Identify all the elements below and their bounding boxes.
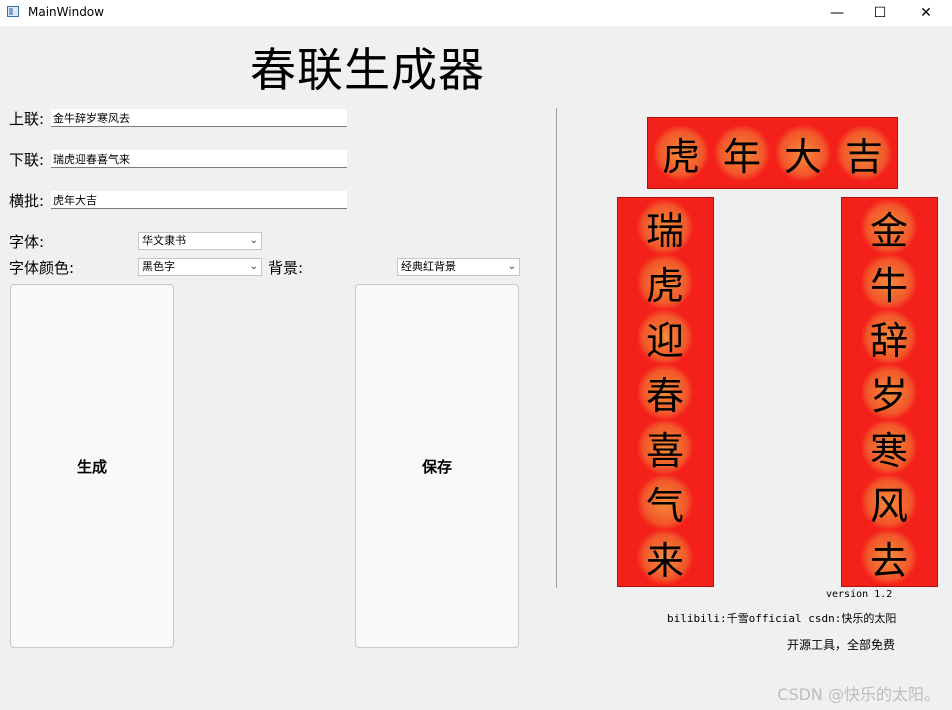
couplet-char: 来 bbox=[637, 529, 693, 585]
background-select[interactable]: 经典红背景 ⌄ bbox=[397, 258, 520, 276]
chevron-down-icon: ⌄ bbox=[507, 261, 516, 272]
left-scroll: 瑞 虎 迎 春 喜 气 来 bbox=[617, 197, 714, 587]
watermark: CSDN @快乐的太阳。 bbox=[777, 685, 940, 704]
app-icon bbox=[7, 6, 19, 17]
couplet-char: 年 bbox=[714, 125, 770, 181]
right-scroll: 金 牛 辞 岁 寒 风 去 bbox=[841, 197, 938, 587]
couplet-char: 辞 bbox=[861, 309, 917, 365]
couplet-char: 寒 bbox=[861, 419, 917, 475]
minimize-button[interactable]: — bbox=[814, 0, 860, 26]
background-select-value: 经典红背景 bbox=[401, 260, 456, 273]
version-label: version 1.2 bbox=[826, 589, 893, 600]
font-select-value: 华文隶书 bbox=[142, 234, 186, 247]
upper-input[interactable] bbox=[51, 109, 347, 127]
horizontal-input[interactable] bbox=[51, 191, 347, 209]
maximize-button[interactable]: ☐ bbox=[857, 0, 903, 26]
lower-label: 下联: bbox=[9, 151, 45, 169]
couplet-char: 牛 bbox=[861, 254, 917, 310]
couplet-char: 吉 bbox=[836, 125, 892, 181]
horizontal-label: 横批: bbox=[9, 192, 45, 210]
couplet-char: 迎 bbox=[637, 309, 693, 365]
couplet-char: 虎 bbox=[637, 254, 693, 310]
free-note: 开源工具，全部免费 bbox=[787, 638, 896, 652]
font-color-label: 字体颜色: bbox=[9, 259, 75, 277]
font-label: 字体: bbox=[9, 233, 45, 251]
horizontal-scroll: 虎 年 大 吉 bbox=[647, 117, 898, 189]
couplet-char: 气 bbox=[637, 474, 693, 530]
save-button[interactable]: 保存 bbox=[355, 284, 519, 648]
lower-input[interactable] bbox=[51, 150, 347, 168]
chevron-down-icon: ⌄ bbox=[249, 235, 258, 246]
title-bar: MainWindow — ☐ ✕ bbox=[0, 0, 952, 26]
generate-button[interactable]: 生成 bbox=[10, 284, 174, 648]
font-select[interactable]: 华文隶书 ⌄ bbox=[138, 232, 262, 250]
vertical-divider bbox=[556, 108, 557, 588]
font-color-select[interactable]: 黑色字 ⌄ bbox=[138, 258, 262, 276]
window-title: MainWindow bbox=[28, 5, 104, 19]
couplet-char: 瑞 bbox=[637, 199, 693, 255]
couplet-char: 岁 bbox=[861, 364, 917, 420]
couplet-char: 大 bbox=[775, 125, 831, 181]
couplet-char: 虎 bbox=[653, 125, 709, 181]
font-color-select-value: 黑色字 bbox=[142, 260, 175, 273]
chevron-down-icon: ⌄ bbox=[249, 261, 258, 272]
couplet-char: 去 bbox=[861, 529, 917, 585]
app-title: 春联生成器 bbox=[250, 43, 485, 97]
background-label: 背景: bbox=[268, 259, 304, 277]
couplet-char: 喜 bbox=[637, 419, 693, 475]
couplet-char: 春 bbox=[637, 364, 693, 420]
credit-label: bilibili:千雪official csdn:快乐的太阳 bbox=[667, 612, 897, 625]
couplet-char: 金 bbox=[861, 199, 917, 255]
close-button[interactable]: ✕ bbox=[903, 0, 949, 26]
upper-label: 上联: bbox=[9, 110, 45, 128]
couplet-char: 风 bbox=[861, 474, 917, 530]
